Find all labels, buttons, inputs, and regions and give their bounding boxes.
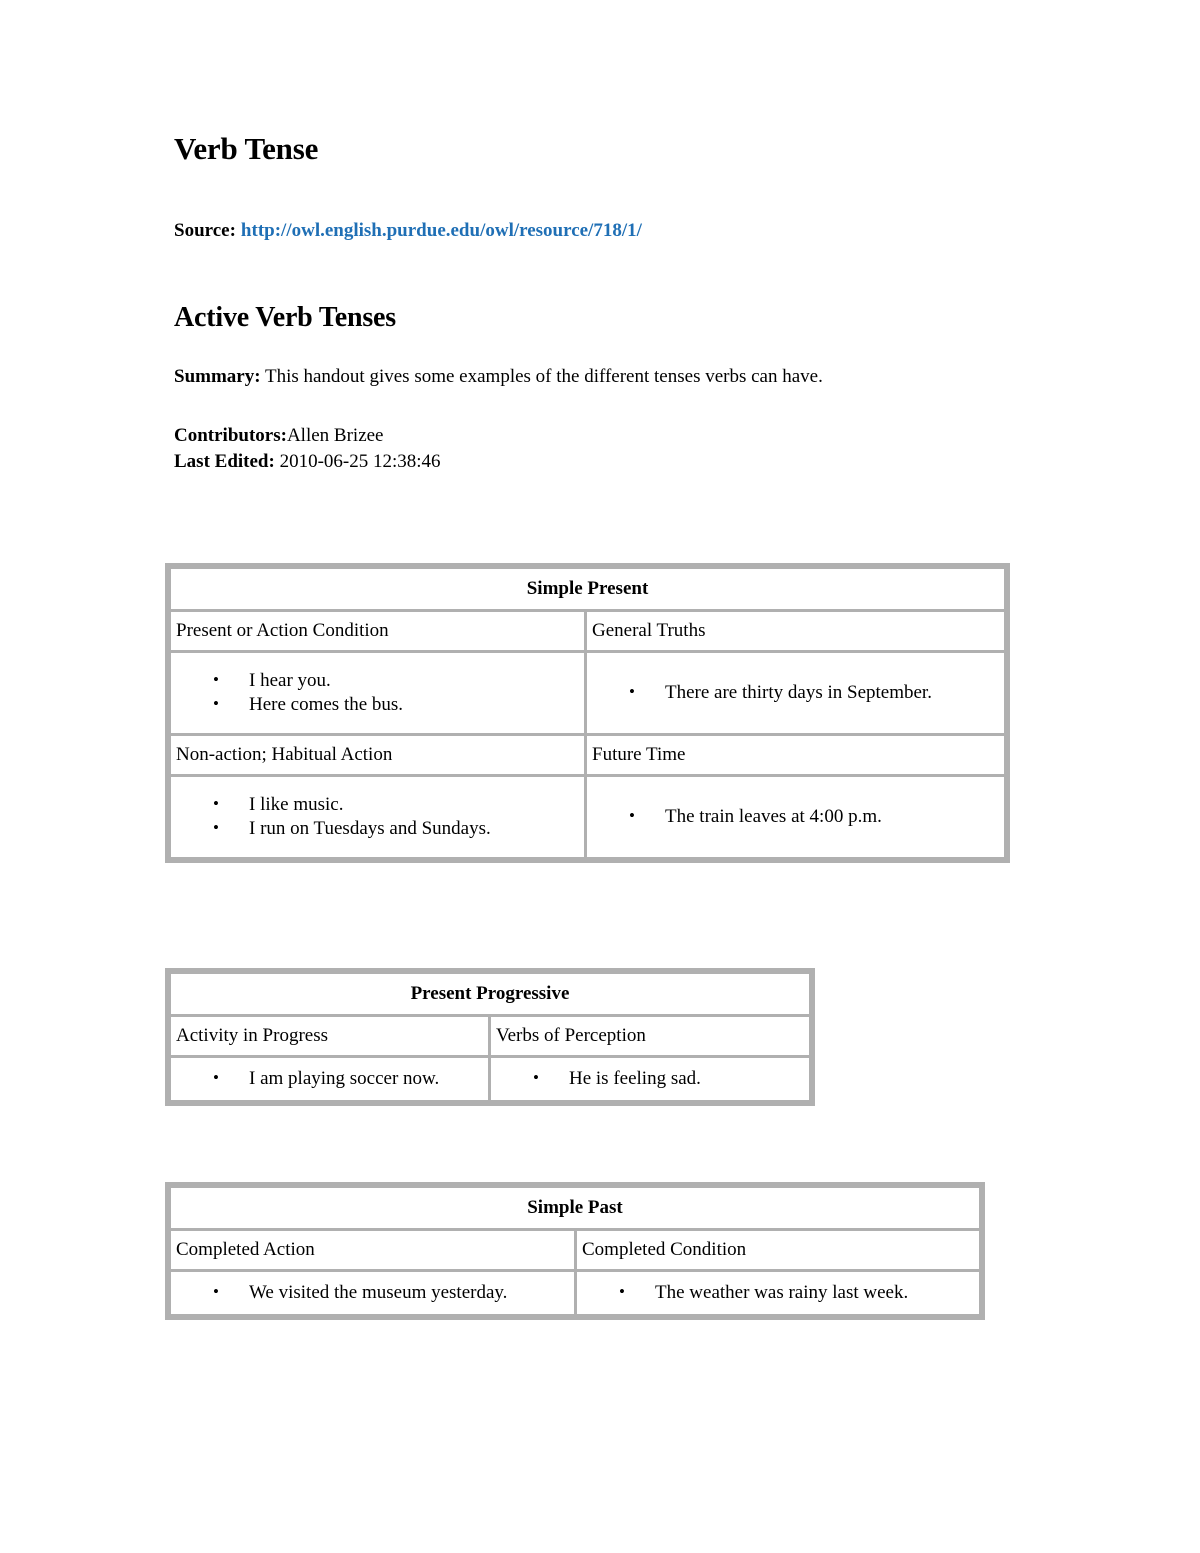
bullet-list: I like music. I run on Tuesdays and Sund… xyxy=(171,792,584,841)
list-item: He is feeling sad. xyxy=(491,1066,809,1091)
list-item: The train leaves at 4:00 p.m. xyxy=(587,804,1004,829)
table-row: I am playing soccer now. He is feeling s… xyxy=(171,1058,809,1100)
last-edited-line: Last Edited: 2010-06-25 12:38:46 xyxy=(174,449,1014,475)
table-row: Non-action; Habitual Action Future Time xyxy=(171,736,1004,774)
table-title-cell: Simple Present xyxy=(171,569,1004,609)
list-item: I like music. xyxy=(171,792,584,817)
table-row: I like music. I run on Tuesdays and Sund… xyxy=(171,777,1004,857)
last-edited-value: 2010-06-25 12:38:46 xyxy=(274,451,441,472)
table-title-cell: Simple Past xyxy=(171,1188,979,1228)
table-row: Present Progressive xyxy=(171,974,809,1014)
source-label: Source: xyxy=(174,220,236,241)
source-line: Source: http://owl.english.purdue.edu/owl… xyxy=(174,219,1014,243)
contributors-label: Contributors: xyxy=(174,425,287,446)
header-cell-present-or-action-condition: Present or Action Condition xyxy=(171,612,584,650)
header-cell-completed-condition: Completed Condition xyxy=(577,1231,979,1269)
list-item: I run on Tuesdays and Sundays. xyxy=(171,816,584,841)
cell-completed-condition-examples: The weather was rainy last week. xyxy=(577,1272,979,1314)
header-cell-non-action-habitual-action: Non-action; Habitual Action xyxy=(171,736,584,774)
contributors-line: Contributors:Allen Brizee xyxy=(174,423,1014,449)
bullet-list: The train leaves at 4:00 p.m. xyxy=(587,804,1004,829)
page-title: Verb Tense xyxy=(174,131,319,166)
cell-future-time-examples: The train leaves at 4:00 p.m. xyxy=(587,777,1004,857)
simple-past-table: Simple Past Completed Action Completed C… xyxy=(165,1182,985,1320)
table-row: Simple Present xyxy=(171,569,1004,609)
simple-present-table-block: Simple Present Present or Action Conditi… xyxy=(165,563,1010,863)
list-item: I am playing soccer now. xyxy=(171,1066,488,1091)
section-title: Active Verb Tenses xyxy=(174,302,396,333)
contributors-value: Allen Brizee xyxy=(286,425,384,446)
cell-activity-in-progress-examples: I am playing soccer now. xyxy=(171,1058,488,1100)
summary-line: Summary: This handout gives some example… xyxy=(174,365,1014,389)
table-row: I hear you. Here comes the bus. There ar… xyxy=(171,653,1004,733)
present-progressive-table: Present Progressive Activity in Progress… xyxy=(165,968,815,1106)
cell-completed-action-examples: We visited the museum yesterday. xyxy=(171,1272,574,1314)
table-row: Activity in Progress Verbs of Perception xyxy=(171,1017,809,1055)
header-cell-future-time: Future Time xyxy=(587,736,1004,774)
table-row: Simple Past xyxy=(171,1188,979,1228)
header-cell-verbs-of-perception: Verbs of Perception xyxy=(491,1017,809,1055)
source-url-link[interactable]: http://owl.english.purdue.edu/owl/resour… xyxy=(241,220,642,241)
list-item: We visited the museum yesterday. xyxy=(171,1280,574,1305)
header-cell-activity-in-progress: Activity in Progress xyxy=(171,1017,488,1055)
list-item: Here comes the bus. xyxy=(171,692,584,717)
bullet-list: There are thirty days in September. xyxy=(587,680,1004,705)
table-title-cell: Present Progressive xyxy=(171,974,809,1014)
cell-general-truths-examples: There are thirty days in September. xyxy=(587,653,1004,733)
cell-non-action-habitual-action-examples: I like music. I run on Tuesdays and Sund… xyxy=(171,777,584,857)
list-item: I hear you. xyxy=(171,668,584,693)
table-row: We visited the museum yesterday. The wea… xyxy=(171,1272,979,1314)
present-progressive-table-block: Present Progressive Activity in Progress… xyxy=(165,968,815,1106)
bullet-list: He is feeling sad. xyxy=(491,1066,809,1091)
summary-label: Summary: xyxy=(174,366,261,387)
table-row: Completed Action Completed Condition xyxy=(171,1231,979,1269)
meta-block: Contributors:Allen Brizee Last Edited: 2… xyxy=(174,423,1014,475)
list-item: There are thirty days in September. xyxy=(587,680,1004,705)
header-cell-general-truths: General Truths xyxy=(587,612,1004,650)
bullet-list: I am playing soccer now. xyxy=(171,1066,488,1091)
table-row: Present or Action Condition General Trut… xyxy=(171,612,1004,650)
bullet-list: The weather was rainy last week. xyxy=(577,1280,979,1305)
summary-text: This handout gives some examples of the … xyxy=(260,366,823,387)
list-item: The weather was rainy last week. xyxy=(577,1280,979,1305)
simple-past-table-block: Simple Past Completed Action Completed C… xyxy=(165,1182,985,1320)
document-page: Verb Tense Source: http://owl.english.pur… xyxy=(0,0,1200,1553)
header-cell-completed-action: Completed Action xyxy=(171,1231,574,1269)
cell-verbs-of-perception-examples: He is feeling sad. xyxy=(491,1058,809,1100)
simple-present-table: Simple Present Present or Action Conditi… xyxy=(165,563,1010,863)
cell-present-or-action-condition-examples: I hear you. Here comes the bus. xyxy=(171,653,584,733)
bullet-list: I hear you. Here comes the bus. xyxy=(171,668,584,717)
document-content: Verb Tense Source: http://owl.english.pur… xyxy=(174,130,1014,475)
last-edited-label: Last Edited: xyxy=(174,451,275,472)
bullet-list: We visited the museum yesterday. xyxy=(171,1280,574,1305)
